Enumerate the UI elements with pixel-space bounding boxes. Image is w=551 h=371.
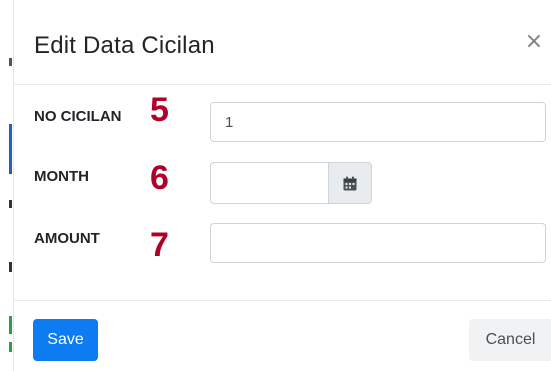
screenshot-stage: Edit Data Cicilan × NO CICILAN 5 MONTH 6 — [0, 0, 551, 371]
calendar-picker-button[interactable] — [328, 162, 372, 204]
modal-header: Edit Data Cicilan × — [14, 0, 551, 85]
background-page-edge — [9, 316, 12, 334]
background-page-edge — [9, 200, 12, 208]
background-page-edge — [9, 342, 12, 352]
month-label: MONTH — [34, 168, 89, 185]
save-button[interactable]: Save — [33, 319, 98, 361]
close-icon[interactable]: × — [522, 30, 546, 54]
footer-divider — [14, 300, 551, 301]
background-page-edge — [9, 58, 12, 66]
step-number-6: 6 — [150, 159, 169, 197]
amount-label: AMOUNT — [34, 230, 100, 247]
amount-input[interactable] — [210, 223, 546, 263]
cancel-button[interactable]: Cancel — [469, 319, 551, 361]
step-number-5: 5 — [150, 91, 169, 129]
no-cicilan-label: NO CICILAN — [34, 108, 122, 125]
calendar-icon — [343, 176, 357, 190]
background-page-edge — [9, 124, 12, 174]
background-page-edge — [9, 262, 12, 272]
step-number-7: 7 — [150, 226, 169, 264]
modal-title: Edit Data Cicilan — [34, 32, 215, 59]
no-cicilan-input[interactable] — [210, 102, 546, 142]
edit-cicilan-modal: Edit Data Cicilan × NO CICILAN 5 MONTH 6 — [13, 0, 551, 371]
month-input[interactable] — [210, 162, 328, 204]
